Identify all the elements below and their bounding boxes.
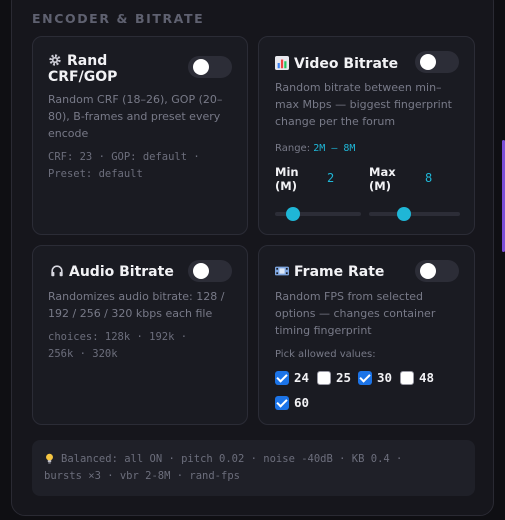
lightbulb-icon <box>46 453 53 464</box>
desc-line: encode <box>48 127 89 140</box>
min-label-line1: Min <box>275 165 299 179</box>
checkbox-box[interactable] <box>400 370 414 385</box>
card-title-text: Frame Rate <box>294 264 385 280</box>
desc-line: timing fingerprint <box>275 324 372 337</box>
chart-icon <box>275 56 289 70</box>
mono-line: Preset: default <box>48 168 143 180</box>
desc-line: change per the forum <box>275 115 396 128</box>
desc-line: 192 / 256 / 320 kbps each file <box>48 307 213 320</box>
range-value: 2M – 8M <box>313 143 356 154</box>
min-label: Min (M) <box>275 165 299 193</box>
fps-checkbox-48[interactable]: 48 <box>400 370 434 385</box>
video-bitrate-toggle[interactable] <box>415 51 459 73</box>
crf-values: CRF: 23 · GOP: default · Preset: default <box>48 149 200 183</box>
max-slider-thumb[interactable] <box>396 207 411 221</box>
fps-checkbox-30[interactable]: 30 <box>358 370 392 385</box>
card-description: Randomizes audio bitrate: 128 / 192 / 25… <box>48 288 224 322</box>
preset-summary: Balanced: all ON · pitch 0.02 · noise -4… <box>32 440 475 496</box>
toggle-knob <box>193 59 209 75</box>
checkbox-box[interactable] <box>317 370 331 385</box>
fps-label: 24 <box>294 370 310 385</box>
desc-line: 80), B-frames and preset every <box>48 110 221 123</box>
gear-icon <box>49 54 61 66</box>
audio-choices: choices: 128k · 192k · 256k · 320k <box>48 329 187 363</box>
checkbox-box[interactable] <box>358 370 372 385</box>
pick-allowed-label: Pick allowed values: <box>275 349 376 360</box>
toggle-knob <box>420 263 436 279</box>
fps-checkbox-25[interactable]: 25 <box>317 370 351 385</box>
card-title: Video Bitrate <box>275 56 398 72</box>
fps-label: 48 <box>419 370 435 385</box>
min-value: 2 <box>327 171 335 185</box>
fps-label: 30 <box>377 370 393 385</box>
card-title-text: Audio Bitrate <box>69 264 174 280</box>
summary-line-1-text: Balanced: all ON · pitch 0.02 · noise -4… <box>61 453 403 465</box>
headphones-icon <box>51 265 63 277</box>
fps-label: 25 <box>336 370 352 385</box>
range-label-text: Range: <box>275 143 311 154</box>
checkbox-box[interactable] <box>275 395 289 410</box>
summary-line-1: Balanced: all ON · pitch 0.02 · noise -4… <box>44 451 402 468</box>
film-icon <box>275 266 289 276</box>
toggle-knob <box>420 54 436 70</box>
desc-line: options — changes container <box>275 307 436 320</box>
card-title-line1: Rand <box>67 53 108 69</box>
desc-line: max Mbps — biggest fingerprint <box>275 98 452 111</box>
mono-line: CRF: 23 · GOP: default · <box>48 151 200 163</box>
card-title-line2: CRF/GOP <box>48 69 118 85</box>
max-slider[interactable] <box>369 207 460 221</box>
frame-rate-toggle[interactable] <box>415 260 459 282</box>
card-title: Frame Rate <box>275 264 384 280</box>
card-title: Audio Bitrate <box>50 264 174 280</box>
rand-crf-toggle[interactable] <box>188 56 232 78</box>
card-audio-bitrate: Audio Bitrate Randomizes audio bitrate: … <box>32 245 248 425</box>
min-slider[interactable] <box>275 207 361 221</box>
card-description: Random bitrate between min– max Mbps — b… <box>275 79 452 130</box>
mono-line: 256k · 320k <box>48 348 118 360</box>
desc-line: Random bitrate between min– <box>275 81 442 94</box>
desc-line: Randomizes audio bitrate: 128 / <box>48 290 225 303</box>
max-label-line1: Max <box>369 165 396 179</box>
card-video-bitrate: Video Bitrate Random bitrate between min… <box>258 36 475 235</box>
min-slider-thumb[interactable] <box>286 207 301 221</box>
mono-line: choices: 128k · 192k · <box>48 331 188 343</box>
max-value: 8 <box>425 171 433 185</box>
card-frame-rate: Frame Rate Random FPS from selected opti… <box>258 245 475 425</box>
summary-text: Balanced: all ON · pitch 0.02 · noise -4… <box>44 451 402 485</box>
toggle-knob <box>193 263 209 279</box>
desc-line: Random FPS from selected <box>275 290 424 303</box>
range-label: Range: 2M – 8M <box>275 143 355 154</box>
fps-label: 60 <box>294 395 310 410</box>
fps-checkbox-60[interactable]: 60 <box>275 395 309 410</box>
desc-line: Random CRF (18–26), GOP (20– <box>48 93 223 106</box>
card-title: Rand CRF/GOP <box>48 53 117 85</box>
checkbox-box[interactable] <box>275 370 289 385</box>
min-label-line2: (M) <box>275 179 297 193</box>
card-title-text: Video Bitrate <box>294 56 399 72</box>
card-description: Random FPS from selected options — chang… <box>275 288 435 339</box>
fps-checkbox-24[interactable]: 24 <box>275 370 309 385</box>
section-title: ENCODER & BITRATE <box>32 11 205 26</box>
card-description: Random CRF (18–26), GOP (20– 80), B-fram… <box>48 91 222 142</box>
card-rand-crf-gop: Rand CRF/GOP Random CRF (18–26), GOP (20… <box>32 36 248 235</box>
summary-line-2: bursts ×3 · vbr 2-8M · rand-fps <box>44 470 240 482</box>
audio-bitrate-toggle[interactable] <box>188 260 232 282</box>
max-label-line2: (M) <box>369 179 391 193</box>
max-label: Max (M) <box>369 165 396 193</box>
